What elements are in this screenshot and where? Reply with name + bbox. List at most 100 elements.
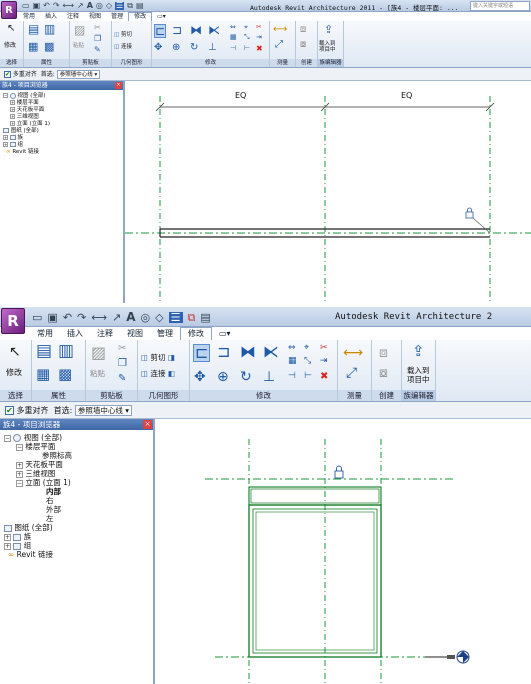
aligned-dimension-icon[interactable]: ⤢ xyxy=(275,40,283,50)
split-gap-icon[interactable]: ⇥ xyxy=(320,357,328,366)
delete-icon[interactable]: ✖ xyxy=(256,45,263,53)
family-category-icon[interactable]: ▦ xyxy=(28,41,38,52)
ribbon-minimize-button[interactable]: ▭▾ xyxy=(212,328,238,340)
split-icon[interactable]: ⇔ xyxy=(288,344,296,353)
mirror-axis-icon[interactable]: ⧓ xyxy=(190,24,202,36)
copy-icon[interactable]: ❐ xyxy=(94,35,101,43)
properties-icon[interactable]: ▤ xyxy=(28,23,39,35)
unpin-icon[interactable]: ✂ xyxy=(320,344,328,353)
scale-icon[interactable]: ⤡ xyxy=(244,34,250,41)
thin-lines-icon[interactable]: ☰ xyxy=(115,2,125,10)
create-group-icon[interactable]: ⧈ xyxy=(379,346,388,360)
tab-modify[interactable]: 修改 xyxy=(180,327,212,340)
modify-button[interactable]: 修改 xyxy=(6,367,22,378)
load-into-project-button[interactable]: 载入到 项目中 xyxy=(319,41,336,53)
switch-windows-icon[interactable]: ▤ xyxy=(136,2,144,10)
cut-geometry-button[interactable]: ◫ 剪切 xyxy=(114,30,132,38)
text-icon[interactable]: A xyxy=(87,2,93,10)
dimension-icon[interactable]: ↗ xyxy=(112,312,121,323)
join-geometry-button[interactable]: ◫ 连接 ◧ xyxy=(141,368,175,379)
modify-button[interactable]: 修改 xyxy=(4,40,16,49)
family-types-icon[interactable]: ▩ xyxy=(44,41,54,52)
tab-modify[interactable]: 修改 xyxy=(128,12,153,21)
section-icon[interactable]: ◇ xyxy=(155,312,163,323)
type-properties-icon[interactable]: ▥ xyxy=(58,343,74,360)
multi-align-checkbox[interactable]: ✔ xyxy=(5,406,14,415)
delete-icon[interactable]: ✖ xyxy=(320,372,328,382)
load-into-project-button[interactable]: 载入到 项目中 xyxy=(407,366,430,384)
cursor-icon[interactable]: ↖ xyxy=(7,24,15,34)
array-icon[interactable]: ▦ xyxy=(288,357,297,366)
measure-tool-icon[interactable]: ⟷ xyxy=(343,346,363,360)
tab-home[interactable]: 常用 xyxy=(18,13,40,21)
unpin-icon[interactable]: ✂ xyxy=(256,24,262,31)
trim-multi-icon[interactable]: ⊢ xyxy=(244,45,250,52)
create-similar-icon[interactable]: ⧇ xyxy=(379,366,388,380)
measure-icon[interactable]: ⟷ xyxy=(63,2,74,10)
tab-insert[interactable]: 插入 xyxy=(40,13,62,21)
copy-icon[interactable]: ❐ xyxy=(118,359,127,369)
window-head[interactable] xyxy=(248,486,382,506)
join-geometry-button[interactable]: ◫ 连接 xyxy=(114,42,132,50)
cut-icon[interactable]: ✂ xyxy=(94,24,101,32)
close-hidden-icon[interactable]: ⧉ xyxy=(127,2,133,10)
scale-icon[interactable]: ⤡ xyxy=(304,357,311,366)
cursor-icon[interactable]: ↖ xyxy=(9,345,21,359)
mirror-draw-icon[interactable]: ⧔ xyxy=(208,24,220,36)
tree-node-elevations[interactable]: − 立面 (立面 1) xyxy=(16,477,71,488)
3d-view-icon[interactable]: ◎ xyxy=(141,312,151,323)
redo-icon[interactable]: ↷ xyxy=(77,312,86,323)
tree-node-revit-links[interactable]: ∞ Revit 链接 xyxy=(8,549,53,560)
offset-icon[interactable]: ⊐ xyxy=(217,344,230,360)
cut-icon[interactable]: ✂ xyxy=(118,344,126,354)
trim-multi-icon[interactable]: ⊢ xyxy=(304,372,312,381)
undo-icon[interactable]: ↶ xyxy=(43,2,50,10)
load-into-project-icon[interactable]: ⇪ xyxy=(324,24,333,35)
family-category-icon[interactable]: ▦ xyxy=(36,367,50,382)
trim-icon[interactable]: ⊥ xyxy=(263,370,275,384)
split-gap-icon[interactable]: ⇥ xyxy=(256,34,262,41)
tab-manage[interactable]: 管理 xyxy=(106,13,128,21)
mirror-axis-icon[interactable]: ⧓ xyxy=(240,344,256,360)
text-icon[interactable]: A xyxy=(126,311,135,323)
paste-icon[interactable]: ▨ xyxy=(74,24,85,36)
pin-icon[interactable]: ⌖ xyxy=(244,24,248,31)
cut-geometry-button[interactable]: ◫ 剪切 ◨ xyxy=(141,352,175,363)
undo-icon[interactable]: ↶ xyxy=(63,312,72,323)
mirror-draw-icon[interactable]: ⧔ xyxy=(263,344,279,360)
pin-icon[interactable]: ⌖ xyxy=(304,344,309,353)
dimension-eq-right[interactable]: EQ xyxy=(401,91,412,100)
trim-single-icon[interactable]: ⊣ xyxy=(288,372,296,381)
paste-button[interactable]: 粘贴 xyxy=(90,368,105,379)
tree-node-revit-links[interactable]: ∞ Revit 链接 xyxy=(6,147,39,155)
move-icon[interactable]: ✥ xyxy=(154,43,162,53)
paste-icon[interactable]: ▨ xyxy=(91,345,106,361)
align-icon[interactable]: ⊏ xyxy=(193,344,211,362)
offset-icon[interactable]: ⊐ xyxy=(172,24,182,36)
match-icon[interactable]: ✎ xyxy=(118,374,126,384)
section-icon[interactable]: ◇ xyxy=(106,2,112,10)
tab-insert[interactable]: 插入 xyxy=(60,328,90,340)
type-properties-icon[interactable]: ▥ xyxy=(44,23,55,35)
tab-manage[interactable]: 管理 xyxy=(150,328,180,340)
measure-tool-icon[interactable]: ⟷ xyxy=(273,25,287,35)
prefer-dropdown[interactable]: 参照墙中心线 ▾ xyxy=(56,70,101,79)
drawing-canvas[interactable] xyxy=(154,419,531,684)
dimension-icon[interactable]: ↗ xyxy=(77,2,84,10)
tab-view[interactable]: 视图 xyxy=(120,328,150,340)
search-input[interactable]: 键入关键字或短语 xyxy=(470,1,530,11)
revit-logo-button[interactable]: R xyxy=(1,1,17,19)
rotate-icon[interactable]: ↻ xyxy=(240,370,252,384)
create-similar-icon[interactable]: ⧇ xyxy=(300,40,306,50)
split-icon[interactable]: ⇔ xyxy=(230,24,236,31)
family-types-icon[interactable]: ▩ xyxy=(58,367,72,382)
copy-element-icon[interactable]: ⊕ xyxy=(172,43,180,53)
aligned-dimension-icon[interactable]: ⤢ xyxy=(346,366,357,380)
elevation-marker-icon[interactable] xyxy=(456,650,470,664)
tab-annotate[interactable]: 注释 xyxy=(62,13,84,21)
trim-icon[interactable]: ⊥ xyxy=(208,43,217,53)
copy-element-icon[interactable]: ⊕ xyxy=(217,370,229,384)
save-icon[interactable]: ▣ xyxy=(47,312,57,323)
ribbon-minimize-button[interactable]: ▭▾ xyxy=(152,13,171,21)
lock-icon[interactable] xyxy=(334,465,344,479)
